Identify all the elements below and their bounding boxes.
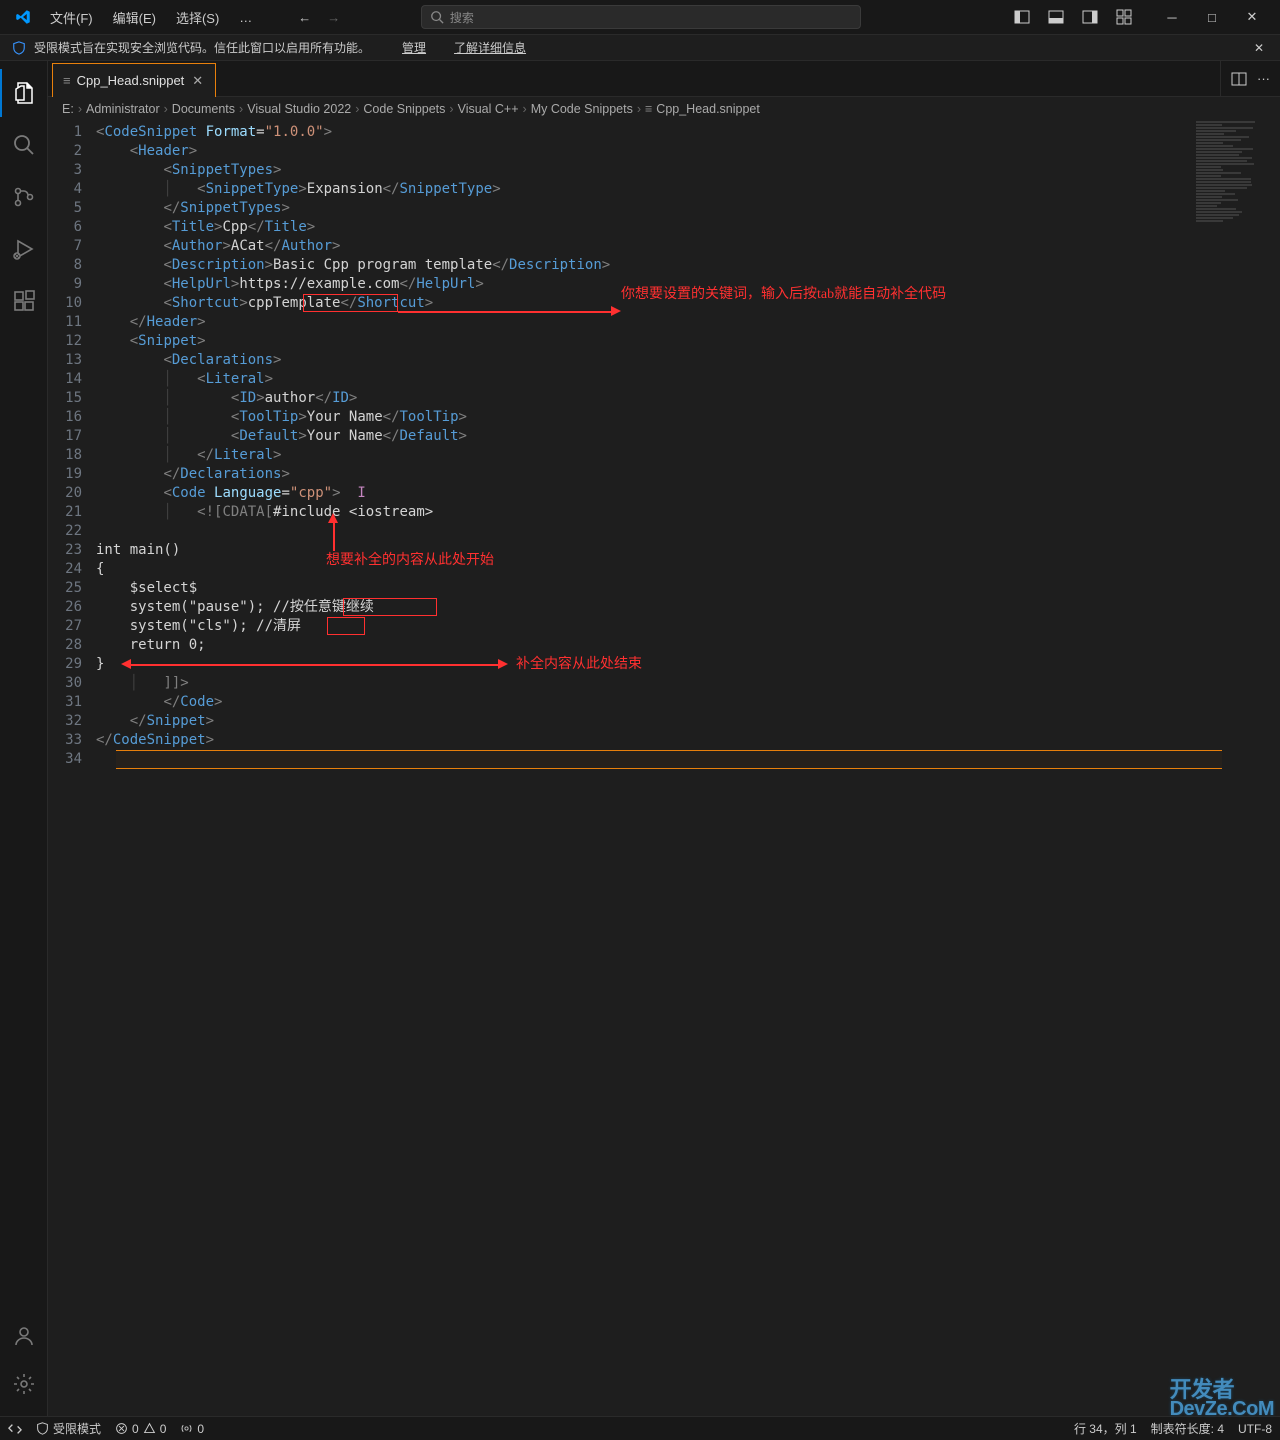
menu-file[interactable]: 文件(F) (42, 4, 101, 31)
breadcrumb[interactable]: E: › Administrator › Documents › Visual … (48, 97, 1280, 121)
remote-icon[interactable] (8, 1422, 22, 1436)
menu-overflow[interactable]: … (231, 6, 260, 29)
nav-forward-icon[interactable]: → (323, 6, 344, 29)
tabs-row: ≡ Cpp_Head.snippet ✕ ··· (48, 61, 1280, 97)
code-editor[interactable]: 1234567891011121314151617181920212223242… (48, 121, 1280, 1416)
run-debug-icon[interactable] (0, 225, 48, 273)
layout-customize-icon[interactable] (1112, 5, 1136, 29)
minimap[interactable] (1196, 121, 1266, 241)
nav-back-icon[interactable]: ← (294, 6, 315, 29)
activity-bar (0, 61, 48, 1416)
restricted-mode-banner: 受限模式旨在实现安全浏览代码。信任此窗口以启用所有功能。 管理 了解详细信息 ✕ (0, 35, 1280, 61)
explorer-icon[interactable] (0, 69, 48, 117)
banner-text: 受限模式旨在实现安全浏览代码。信任此窗口以启用所有功能。 (34, 39, 370, 56)
split-editor-icon[interactable] (1231, 71, 1247, 87)
code-content[interactable]: <CodeSnippet Format="1.0.0"> <Header> <S… (96, 121, 1280, 1416)
scrollbar-vertical[interactable] (1266, 121, 1280, 1416)
menu-edit[interactable]: 编辑(E) (105, 4, 164, 31)
shield-icon (12, 41, 26, 55)
sb-problems[interactable]: 0 0 (115, 1422, 166, 1436)
source-control-icon[interactable] (0, 173, 48, 221)
layout-sidebar-right-icon[interactable] (1078, 5, 1102, 29)
banner-learn-more-link[interactable]: 了解详细信息 (454, 39, 526, 56)
tab-active[interactable]: ≡ Cpp_Head.snippet ✕ (52, 63, 216, 97)
settings-gear-icon[interactable] (0, 1360, 48, 1408)
sb-port[interactable]: 0 (180, 1422, 204, 1436)
titlebar: 文件(F) 编辑(E) 选择(S) … ← → 搜索 ─ □ ✕ (0, 0, 1280, 35)
file-icon: ≡ (63, 73, 71, 88)
sb-tab-size[interactable]: 制表符长度: 4 (1151, 1420, 1224, 1437)
more-actions-icon[interactable]: ··· (1257, 71, 1270, 86)
statusbar: 受限模式 0 0 0 行 34，列 1 制表符长度: 4 UTF-8 (0, 1416, 1280, 1440)
window-maximize-icon[interactable]: □ (1192, 2, 1232, 32)
search-placeholder: 搜索 (450, 9, 474, 26)
account-icon[interactable] (0, 1312, 48, 1360)
editor-area: ≡ Cpp_Head.snippet ✕ ··· E: › Administra… (48, 61, 1280, 1416)
vscode-logo-icon (14, 8, 32, 26)
search-input[interactable]: 搜索 (421, 5, 861, 29)
window-minimize-icon[interactable]: ─ (1152, 2, 1192, 32)
line-gutter: 1234567891011121314151617181920212223242… (48, 121, 96, 1416)
tab-label: Cpp_Head.snippet (77, 73, 185, 88)
extensions-icon[interactable] (0, 277, 48, 325)
search-icon[interactable] (0, 121, 48, 169)
tab-close-icon[interactable]: ✕ (190, 73, 205, 89)
sb-restricted-mode[interactable]: 受限模式 (36, 1420, 101, 1437)
watermark: 开发者 DevZe.CoM (1170, 1380, 1274, 1418)
sb-cursor-position[interactable]: 行 34，列 1 (1074, 1420, 1137, 1437)
banner-manage-link[interactable]: 管理 (402, 39, 426, 56)
menu-select[interactable]: 选择(S) (168, 4, 227, 31)
banner-close-icon[interactable]: ✕ (1250, 41, 1268, 55)
layout-panel-bottom-icon[interactable] (1044, 5, 1068, 29)
window-close-icon[interactable]: ✕ (1232, 2, 1272, 32)
layout-sidebar-left-icon[interactable] (1010, 5, 1034, 29)
sb-encoding[interactable]: UTF-8 (1238, 1422, 1272, 1436)
